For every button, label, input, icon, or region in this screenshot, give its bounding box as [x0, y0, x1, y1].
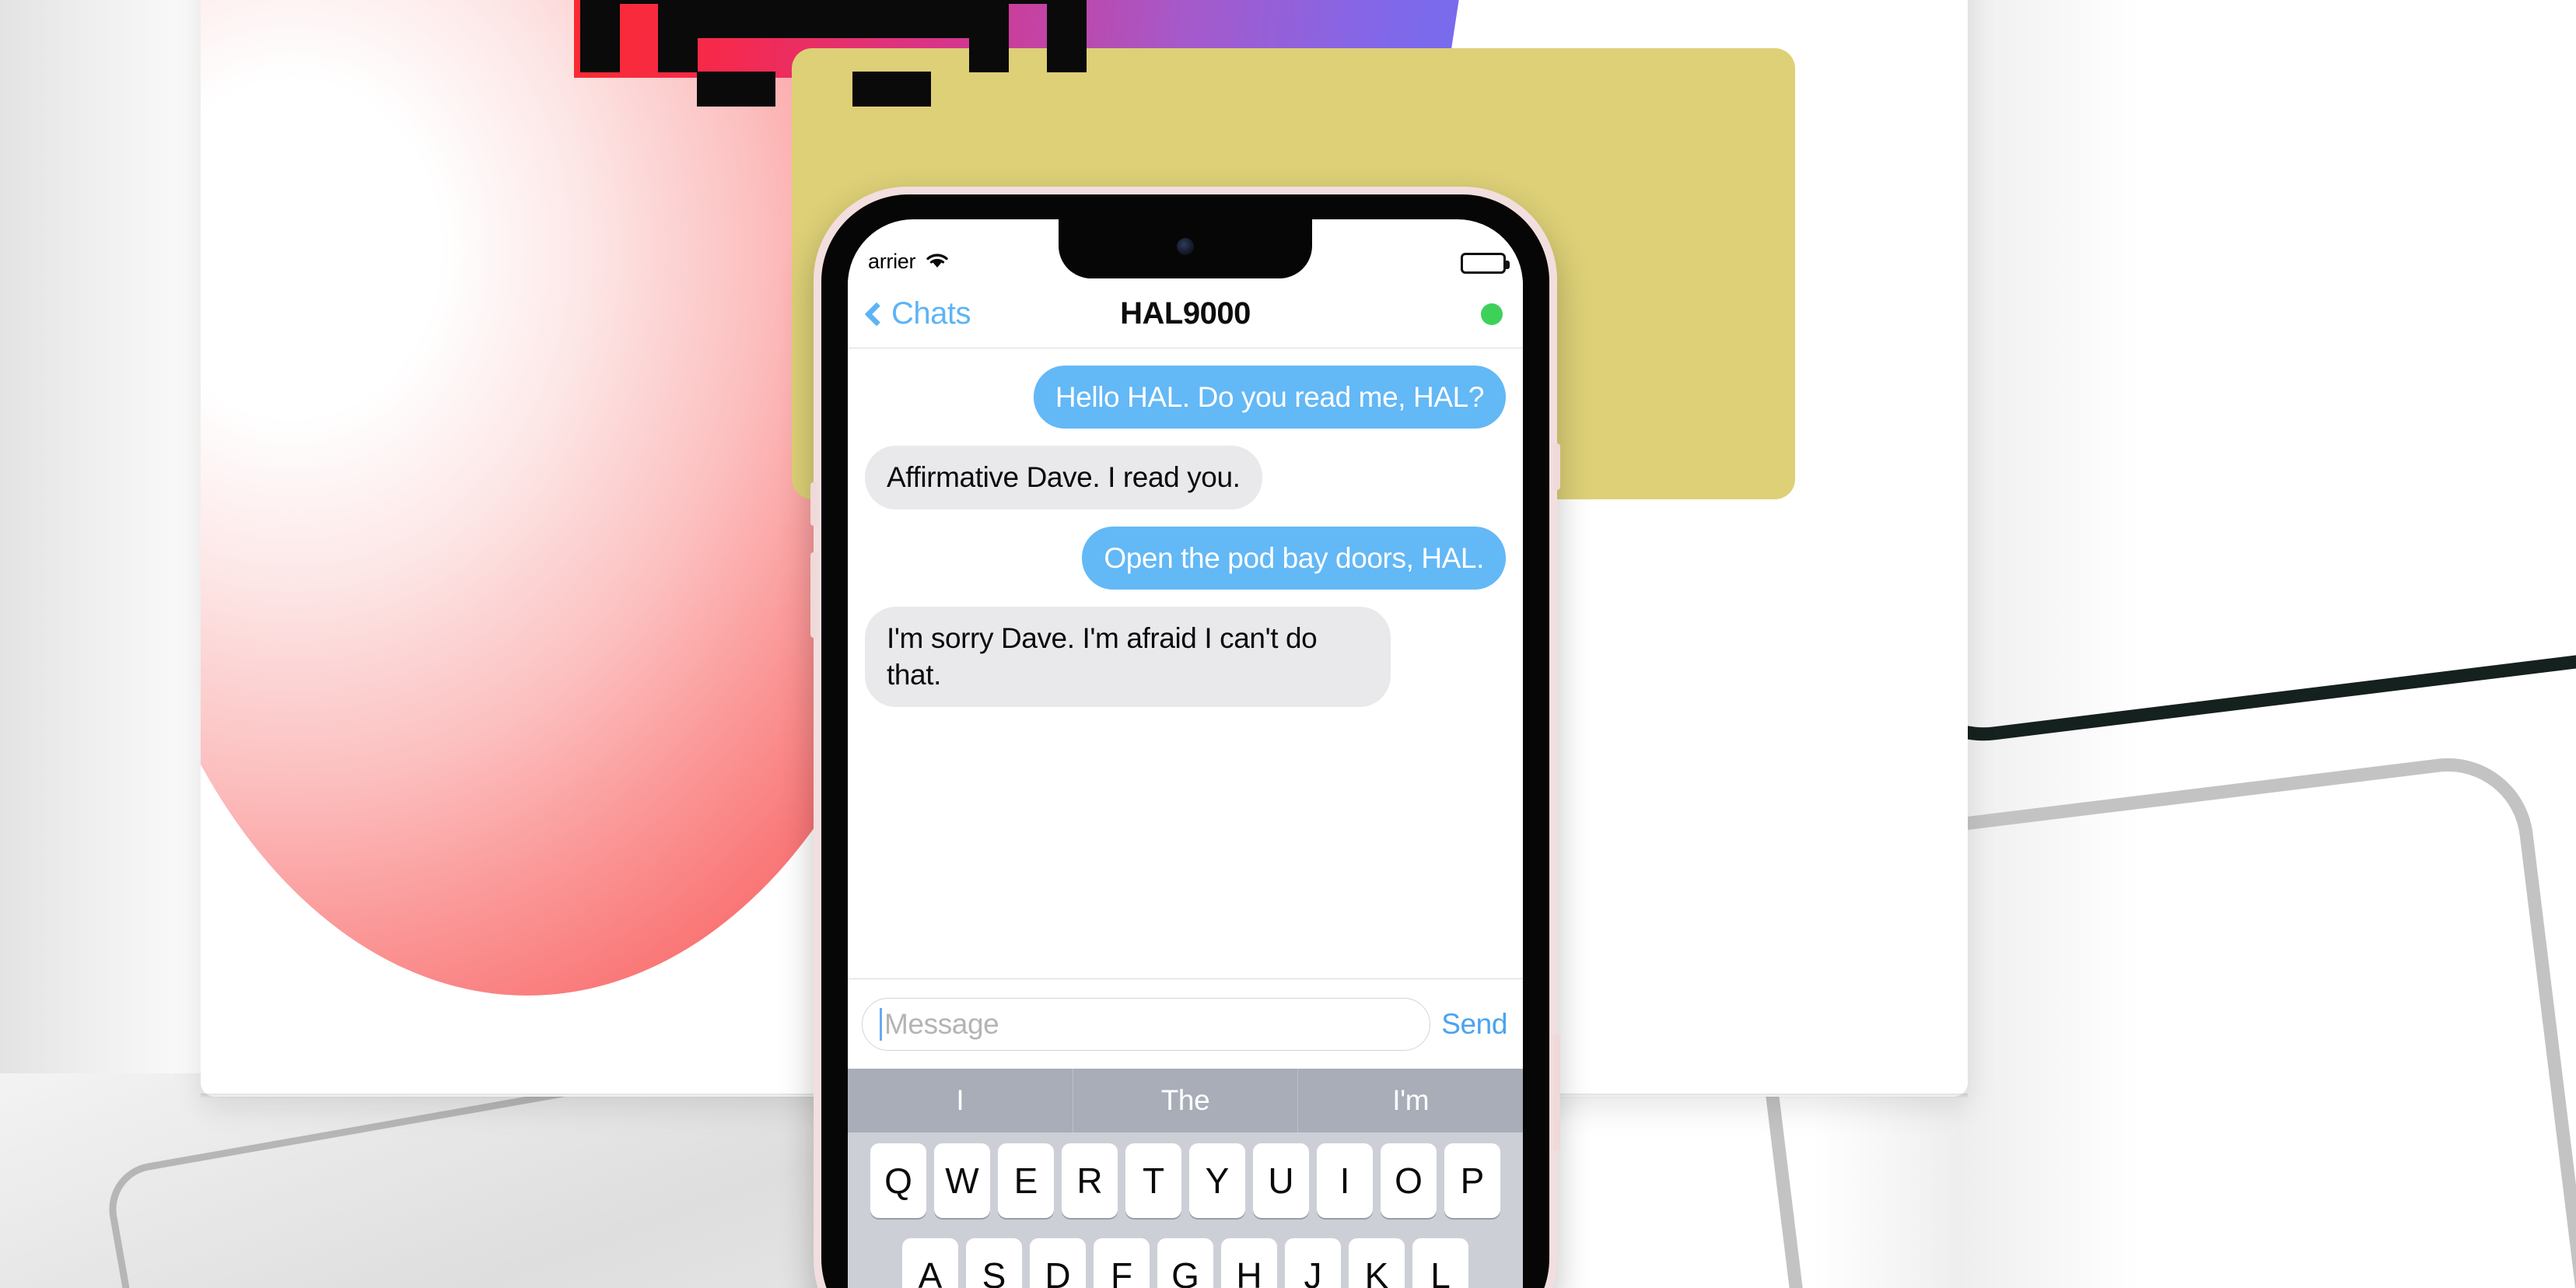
invader-pixel	[736, 3, 775, 38]
key-d[interactable]: D	[1030, 1238, 1086, 1288]
message-bubble-incoming: Affirmative Dave. I read you.	[865, 446, 1262, 509]
key-l[interactable]: L	[1412, 1238, 1468, 1288]
message-bubble-incoming: I'm sorry Dave. I'm afraid I can't do th…	[865, 607, 1391, 707]
volume-down-button[interactable]	[810, 552, 817, 638]
status-bar-right	[1461, 253, 1510, 274]
status-bar-left: arrier	[868, 250, 950, 274]
send-button[interactable]: Send	[1441, 1008, 1512, 1041]
keyboard-row: QWERTYUIOP	[854, 1143, 1517, 1218]
back-button-label: Chats	[891, 296, 971, 331]
invader-pixel	[852, 72, 892, 107]
invader-pixel	[930, 3, 970, 38]
invader-pixel	[658, 3, 698, 38]
key-p[interactable]: P	[1444, 1143, 1500, 1218]
key-a[interactable]: A	[902, 1238, 958, 1288]
invader-pixel	[697, 3, 737, 38]
space-invader-icon	[580, 0, 1094, 107]
invader-pixel	[697, 72, 737, 107]
online-status-dot	[1481, 303, 1503, 325]
message-bubble-outgoing: Open the pod bay doors, HAL.	[1082, 526, 1506, 590]
key-w[interactable]: W	[934, 1143, 990, 1218]
invader-pixel	[658, 37, 698, 72]
compose-bar: Message Send	[848, 978, 1523, 1069]
chevron-left-icon	[864, 301, 889, 327]
phone-device: arrier Chats HAL9000 Hello HAL. Do you r…	[810, 187, 1560, 1288]
message-input[interactable]: Message	[862, 997, 1431, 1051]
key-f[interactable]: F	[1094, 1238, 1150, 1288]
wifi-icon	[924, 250, 950, 274]
key-k[interactable]: K	[1349, 1238, 1405, 1288]
message-bubble-outgoing: Hello HAL. Do you read me, HAL?	[1033, 366, 1506, 429]
on-screen-keyboard: QWERTYUIOPASDFGHJKL▲ZXCVBNM⌫	[848, 1132, 1523, 1288]
predictive-word[interactable]: I	[848, 1069, 1073, 1132]
predictive-text-bar: I The I'm	[848, 1069, 1523, 1132]
invader-pixel	[891, 3, 931, 38]
carrier-label: arrier	[868, 250, 916, 273]
invader-pixel	[580, 37, 620, 72]
key-h[interactable]: H	[1221, 1238, 1277, 1288]
back-to-chats-button[interactable]: Chats	[864, 296, 971, 331]
key-g[interactable]: G	[1157, 1238, 1213, 1288]
invader-pixel	[1047, 37, 1087, 72]
predictive-word[interactable]: I'm	[1298, 1069, 1523, 1132]
invader-pixel	[891, 72, 931, 107]
key-r[interactable]: R	[1062, 1143, 1118, 1218]
key-e[interactable]: E	[998, 1143, 1054, 1218]
phone-notch	[1059, 219, 1312, 278]
key-u[interactable]: U	[1253, 1143, 1309, 1218]
power-button[interactable]	[1553, 1034, 1560, 1151]
text-caret	[880, 1007, 882, 1041]
invader-pixel	[619, 0, 659, 4]
volume-up-button[interactable]	[810, 482, 817, 526]
invader-pixel	[1047, 3, 1087, 38]
invader-pixel	[969, 37, 1009, 72]
invader-pixel	[580, 3, 620, 38]
front-camera-icon	[1177, 238, 1194, 255]
background-scene: arrier Chats HAL9000 Hello HAL. Do you r…	[0, 0, 2576, 1288]
phone-screen: arrier Chats HAL9000 Hello HAL. Do you r…	[848, 219, 1523, 1288]
invader-pixel	[814, 3, 853, 38]
key-t[interactable]: T	[1125, 1143, 1181, 1218]
key-s[interactable]: S	[966, 1238, 1022, 1288]
keyboard-row: ASDFGHJKL	[854, 1238, 1517, 1288]
silent-switch[interactable]	[1553, 443, 1560, 490]
battery-icon	[1461, 253, 1510, 274]
navigation-bar: Chats HAL9000	[848, 280, 1523, 348]
invader-pixel	[1008, 0, 1048, 4]
key-q[interactable]: Q	[870, 1143, 926, 1218]
predictive-word[interactable]: The	[1073, 1069, 1299, 1132]
invader-pixel	[969, 3, 1009, 38]
invader-pixel	[736, 72, 775, 107]
invader-pixel	[775, 3, 814, 38]
key-o[interactable]: O	[1381, 1143, 1437, 1218]
invader-pixel	[852, 3, 892, 38]
key-j[interactable]: J	[1285, 1238, 1341, 1288]
key-i[interactable]: I	[1317, 1143, 1373, 1218]
message-input-placeholder: Message	[884, 1007, 999, 1040]
key-y[interactable]: Y	[1189, 1143, 1245, 1218]
